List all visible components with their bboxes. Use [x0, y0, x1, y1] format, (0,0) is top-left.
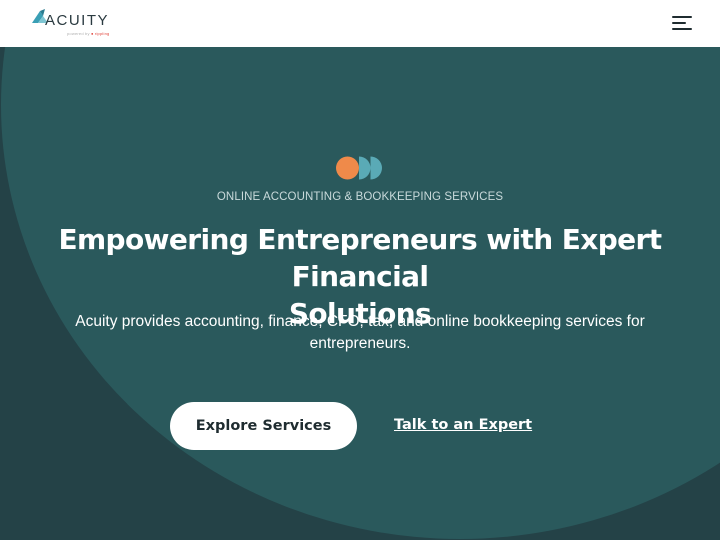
- site-header: ACUITY powered by ● rippling: [0, 0, 720, 47]
- headline-line-1: Empowering Entrepreneurs with Expert Fin…: [58, 223, 662, 293]
- subtext-line-1: Acuity provides accounting, finance, CFO…: [75, 313, 645, 330]
- logo-tagline: powered by ● rippling: [67, 31, 109, 36]
- acuity-logo[interactable]: ACUITY powered by ● rippling: [31, 8, 111, 40]
- explore-services-button[interactable]: Explore Services: [170, 402, 357, 450]
- hamburger-menu-icon[interactable]: [672, 14, 692, 32]
- menu-bar-bottom: [672, 28, 692, 30]
- subtext-line-2: entrepreneurs.: [309, 335, 411, 352]
- menu-bar-middle: [672, 22, 686, 24]
- hero-subtext: Acuity provides accounting, finance, CFO…: [40, 311, 680, 355]
- hero-content: ONLINE ACCOUNTING & BOOKKEEPING SERVICES…: [0, 47, 720, 540]
- hero-section: ONLINE ACCOUNTING & BOOKKEEPING SERVICES…: [0, 47, 720, 540]
- hero-eyebrow: ONLINE ACCOUNTING & BOOKKEEPING SERVICES: [216, 191, 504, 203]
- menu-bar-top: [672, 16, 692, 18]
- logo-tagline-prefix: powered by: [67, 31, 90, 36]
- logo-tagline-brand: ● rippling: [91, 31, 110, 36]
- talk-to-expert-link[interactable]: Talk to an Expert: [394, 416, 532, 434]
- three-dots-logo-icon: [336, 156, 382, 180]
- logo-wordmark: ACUITY: [45, 12, 110, 29]
